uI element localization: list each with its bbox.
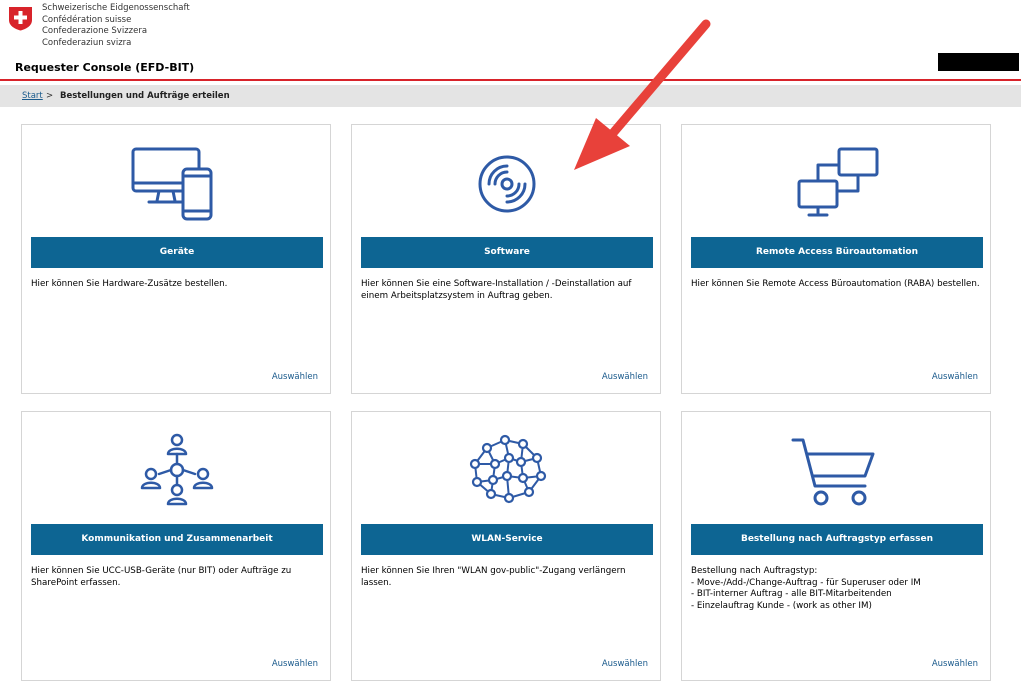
breadcrumb-separator: > (46, 91, 54, 101)
description-line: Hier können Sie Hardware-Zusätze bestell… (31, 279, 228, 289)
tile-description: Hier können Sie Ihren "WLAN gov-public"-… (361, 566, 653, 589)
swiss-flag-icon (8, 6, 33, 31)
description-line: Hier können Sie eine Software-Installati… (361, 279, 632, 289)
confederation-names: Schweizerische Eidgenossenschaft Confédé… (42, 3, 190, 50)
description-line: Hier können Sie Remote Access Büroautoma… (691, 279, 980, 289)
header-divider (0, 79, 1021, 81)
annotation-arrow-icon (574, 19, 711, 170)
tile-title[interactable]: Geräte (31, 237, 323, 268)
select-link[interactable]: Auswählen (932, 659, 978, 669)
breadcrumb-start-link[interactable]: Start (22, 91, 43, 101)
description-line: Hier können Sie Ihren "WLAN gov-public"-… (361, 566, 626, 576)
people-network-icon (127, 430, 227, 512)
remote-access-icon (787, 143, 887, 225)
tile-remote-access[interactable]: Remote Access Büroautomation Hier können… (681, 124, 991, 394)
tile-title[interactable]: WLAN-Service (361, 524, 653, 555)
breadcrumb-current: Bestellungen und Aufträge erteilen (60, 91, 230, 101)
select-link[interactable]: Auswählen (602, 372, 648, 382)
select-link[interactable]: Auswählen (932, 372, 978, 382)
select-link[interactable]: Auswählen (272, 372, 318, 382)
description-line: Hier können Sie UCC-USB-Geräte (nur BIT)… (31, 566, 292, 576)
description-line: einem Arbeitsplatzsystem in Auftrag gebe… (361, 290, 553, 301)
tile-title[interactable]: Remote Access Büroautomation (691, 237, 983, 268)
select-link[interactable]: Auswählen (602, 659, 648, 669)
page-header: Schweizerische Eidgenossenschaft Confédé… (0, 0, 1021, 80)
devices-icon (127, 143, 227, 225)
tile-description: Hier können Sie eine Software-Installati… (361, 279, 653, 302)
shopping-cart-icon (787, 430, 887, 512)
description-line: - Einzelauftrag Kunde - (work as other I… (691, 600, 872, 611)
tile-kommunikation[interactable]: Kommunikation und Zusammenarbeit Hier kö… (21, 411, 331, 681)
tile-description: Bestellung nach Auftragstyp: - Move-/Add… (691, 566, 983, 612)
description-line: - BIT-interner Auftrag - alle BIT-Mitarb… (691, 589, 892, 599)
description-line: lassen. (361, 577, 392, 588)
confederation-line: Confederaziun svizra (42, 38, 132, 49)
tile-description: Hier können Sie Hardware-Zusätze bestell… (31, 279, 323, 291)
select-link[interactable]: Auswählen (272, 659, 318, 669)
tile-title[interactable]: Software (361, 237, 653, 268)
description-line: Bestellung nach Auftragstyp: (691, 566, 818, 576)
confederation-line: Confédération suisse (42, 14, 132, 25)
tile-wlan-service[interactable]: WLAN-Service Hier können Sie Ihren "WLAN… (351, 411, 661, 681)
tile-bestellung-auftragstyp[interactable]: Bestellung nach Auftragstyp erfassen Bes… (681, 411, 991, 681)
tile-title[interactable]: Kommunikation und Zusammenarbeit (31, 524, 323, 555)
description-line: SharePoint erfassen. (31, 577, 121, 588)
breadcrumb: Start > Bestellungen und Aufträge erteil… (0, 85, 1021, 107)
tile-title[interactable]: Bestellung nach Auftragstyp erfassen (691, 524, 983, 555)
network-brain-icon (457, 430, 557, 512)
tile-description: Hier können Sie Remote Access Büroautoma… (691, 279, 983, 291)
redacted-user-area (938, 53, 1019, 71)
tile-description: Hier können Sie UCC-USB-Geräte (nur BIT)… (31, 566, 323, 589)
description-line: - Move-/Add-/Change-Auftrag - für Superu… (691, 577, 921, 588)
software-disc-icon (457, 143, 557, 225)
app-title: Requester Console (EFD-BIT) (15, 61, 195, 74)
tile-geraete[interactable]: Geräte Hier können Sie Hardware-Zusätze … (21, 124, 331, 394)
confederation-line: Confederazione Svizzera (42, 26, 148, 37)
confederation-line: Schweizerische Eidgenossenschaft (42, 3, 190, 13)
